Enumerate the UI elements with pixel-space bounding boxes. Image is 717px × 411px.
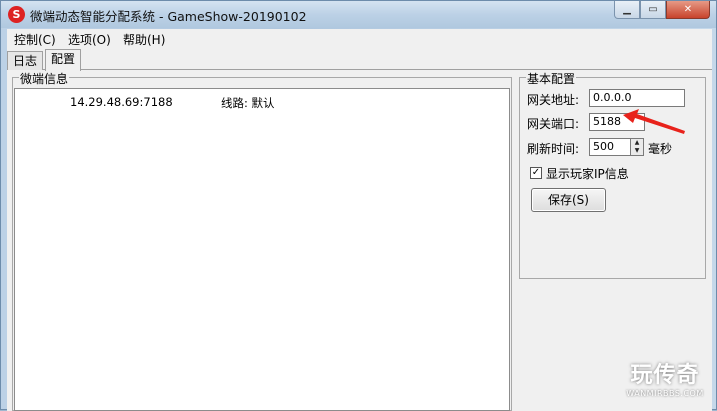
app-window: S 微端动态智能分配系统 - GameShow-20190102 ▁ ▭ ✕ 控… (0, 0, 717, 411)
tab-config[interactable]: 配置 (45, 49, 82, 71)
basic-config-label: 基本配置 (526, 70, 577, 87)
row-address: 14.29.48.69:7188 (70, 95, 173, 109)
app-logo-icon: S (8, 6, 25, 23)
spin-down-icon[interactable]: ▼ (631, 147, 643, 155)
microclient-info-group: 微端信息 14.29.48.69:7188 线路: 默认 (12, 70, 512, 411)
watermark: 玩传奇 WANMIRBBS.COM (619, 357, 711, 407)
basic-config-group: 基本配置 网关地址: 0.0.0.0 网关端口: 5188 刷新时间: 500 … (519, 70, 706, 279)
minimize-button[interactable]: ▁ (614, 1, 640, 19)
microclient-info-label: 微端信息 (19, 70, 70, 87)
menu-help[interactable]: 帮助(H) (123, 31, 165, 48)
watermark-main: 玩传奇 (630, 363, 700, 388)
maximize-button[interactable]: ▭ (640, 1, 666, 19)
title-bar[interactable]: S 微端动态智能分配系统 - GameShow-20190102 ▁ ▭ ✕ (1, 1, 716, 28)
close-button[interactable]: ✕ (666, 1, 710, 19)
menu-control[interactable]: 控制(C) (14, 31, 56, 48)
client-area: 控制(C) 选项(O) 帮助(H) 日志 配置 微端信息 14.29.48.69… (7, 29, 712, 411)
row-line: 线路: 默认 (221, 96, 275, 110)
refresh-time-input[interactable]: 500 (589, 138, 631, 156)
caption-buttons: ▁ ▭ ✕ (614, 1, 710, 19)
spin-up-icon[interactable]: ▲ (631, 139, 643, 147)
gateway-port-label: 网关端口: (527, 117, 580, 131)
maximize-icon: ▭ (648, 4, 658, 15)
window-title: 微端动态智能分配系统 - GameShow-20190102 (30, 9, 307, 24)
menu-bar: 控制(C) 选项(O) 帮助(H) (7, 29, 712, 48)
gateway-address-input[interactable]: 0.0.0.0 (589, 89, 685, 107)
microclient-list[interactable]: 14.29.48.69:7188 线路: 默认 (14, 88, 510, 411)
check-icon: ✓ (531, 167, 541, 178)
refresh-unit-label: 毫秒 (648, 142, 673, 156)
save-button[interactable]: 保存(S) (531, 188, 606, 212)
watermark-sub: WANMIRBBS.COM (626, 389, 704, 398)
close-icon: ✕ (683, 4, 693, 15)
menu-options[interactable]: 选项(O) (68, 31, 111, 48)
show-ip-label: 显示玩家IP信息 (546, 167, 629, 181)
gateway-address-label: 网关地址: (527, 93, 580, 107)
refresh-time-label: 刷新时间: (527, 142, 580, 156)
tab-strip: 日志 配置 (7, 49, 712, 71)
annotation-arrow-icon (623, 109, 685, 134)
tab-log[interactable]: 日志 (7, 51, 44, 70)
refresh-time-spinner[interactable]: ▲ ▼ (630, 138, 644, 156)
minimize-icon: ▁ (623, 4, 631, 15)
show-ip-checkbox[interactable]: ✓ (530, 167, 542, 179)
